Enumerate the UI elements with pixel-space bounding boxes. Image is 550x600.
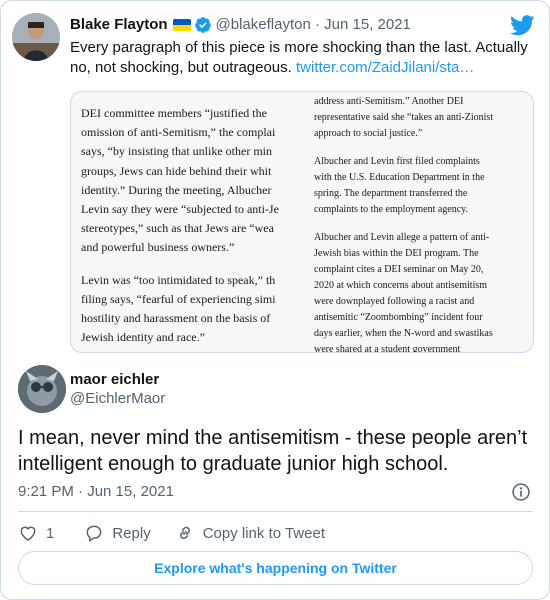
article-line: groups, Jews can hide behind their whit [81,163,272,178]
article-paragraph: Albucher and Levin first filed complaint… [314,154,532,218]
quoted-author-row: Blake Flayton @blakeflayton · Jun 15, 20… [70,15,411,35]
article-line: approach to social justice.” [314,128,423,139]
avatar[interactable] [18,365,66,413]
article-line: 2020 at which concerns about antisemitis… [314,280,488,291]
article-paragraph: DEI committee members “justified the omis… [81,104,309,258]
author-handle-date[interactable]: @blakeflayton · Jun 15, 2021 [216,15,411,35]
article-paragraph: Albucher and Levin allege a pattern of a… [314,230,532,353]
article-line: Albucher and Levin allege a pattern of a… [314,232,490,243]
article-line: were shared at a student government [314,344,461,353]
article-line: address anti-Semitism.” Another DEI [314,96,464,107]
article-line: omission of anti-Semitism,” the complai [81,125,276,140]
article-line: antisemitic “Zoombombing” incident four [314,312,483,323]
article-line: were downplayed following a racist and [314,296,475,307]
like-count: 1 [46,524,55,542]
twitter-bird-icon[interactable] [510,15,535,36]
article-line: Levin was “too intimidated to speak,” th [81,272,276,287]
author-name[interactable]: maor eichler [70,370,159,390]
divider [18,511,533,512]
article-right-column: address anti-Semitism.” Another DEI repre… [314,94,532,353]
copy-link-button[interactable]: Copy link to Tweet [175,523,325,543]
tweet-actions: 1 Reply Copy link to Tweet [18,521,325,545]
heart-icon [20,526,36,541]
article-line: Jewish identity and race.” [81,330,205,345]
reply-label: Reply [112,524,151,542]
info-icon[interactable] [511,482,531,502]
tweet-link[interactable]: twitter.com/ZaidJilani/sta… [296,59,474,76]
reply-bubble-icon [86,525,102,542]
ukraine-flag-icon [172,19,191,31]
like-button[interactable]: 1 [18,523,54,543]
explore-twitter-button[interactable]: Explore what's happening on Twitter [18,551,533,585]
quoted-tweet-text: Every paragraph of this piece is more sh… [70,38,530,78]
article-line: spring. The department transferred the [314,188,468,199]
article-line: DEI committee members “justified the [81,106,267,120]
article-line: days earlier, when the N-word and swasti… [314,328,493,339]
article-line: complaints to the employment agency. [314,204,469,215]
article-paragraph: Levin was “too intimidated to speak,” th… [81,271,309,348]
article-line: hostility and harassment on the basis of [81,311,271,326]
quoted-tweet[interactable]: Blake Flayton @blakeflayton · Jun 15, 20… [1,1,549,356]
article-line: identity.” During the meeting, Albucher [81,182,272,197]
tweet-text: I mean, never mind the antisemitism - th… [18,427,528,475]
tweet-timestamp[interactable]: 9:21 PM · Jun 15, 2021 [18,482,174,502]
article-line: says, “by insisting that unlike other mi… [81,144,272,159]
article-line: representative said she “takes an anti-Z… [314,112,494,123]
article-line: Albucher and Levin first filed complaint… [314,156,480,167]
article-line: with the U.S. Education Department in th… [314,172,485,183]
author-name[interactable]: Blake Flayton [70,15,168,35]
avatar[interactable] [12,13,60,61]
article-left-column: DEI committee members “justified the omis… [81,104,309,352]
article-line: complaint cites a DEI seminar on May 20, [314,264,484,275]
article-screenshot-image[interactable]: DEI committee members “justified the omis… [70,91,534,353]
author-handle[interactable]: @EichlerMaor [70,389,165,409]
article-line: Levin say they were “subjected to anti-J… [81,202,279,217]
reply-button[interactable]: Reply [84,523,151,543]
verified-badge-icon [194,17,211,33]
article-line: Jewish bias within the DEI program. The [314,248,479,259]
article-line: and powerful business owners.” [81,240,235,255]
article-line: filing says, “fearful of experiencing si… [81,291,276,306]
tweet-embed-card: Blake Flayton @blakeflayton · Jun 15, 20… [0,0,550,600]
copy-link-label: Copy link to Tweet [202,524,325,542]
link-icon [179,526,190,540]
article-paragraph: address anti-Semitism.” Another DEI repre… [314,94,532,142]
article-line: stereotypes,” such as that Jews are “wea [81,221,274,236]
